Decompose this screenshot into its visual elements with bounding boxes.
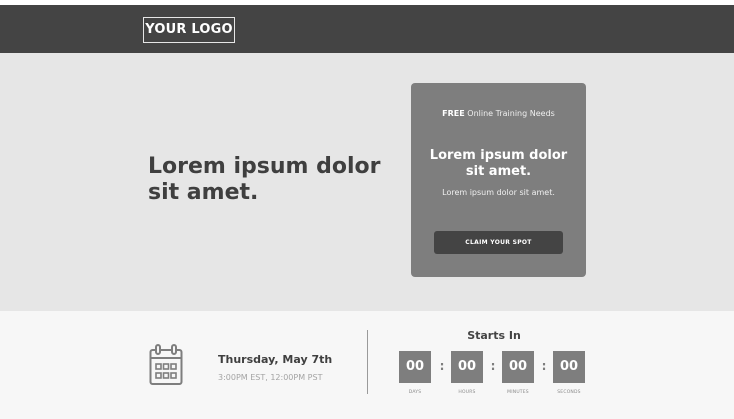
free-label: FREE xyxy=(442,109,465,118)
logo[interactable]: YOUR LOGO xyxy=(143,17,235,43)
countdown-separator: : xyxy=(439,359,445,373)
card-tagline-text: Online Training Needs xyxy=(464,109,555,118)
countdown-hours-label: HOURS xyxy=(458,390,476,395)
hero-title: Lorem ipsum dolor sit amet. xyxy=(148,154,381,205)
hero-section: Lorem ipsum dolor sit amet. FREE Online … xyxy=(0,53,734,311)
event-bar: Thursday, May 7th 3:00PM EST, 12:00PM PS… xyxy=(0,311,734,419)
event-time: 3:00PM EST, 12:00PM PST xyxy=(218,373,323,382)
starts-in-label: Starts In xyxy=(467,329,521,342)
claim-spot-button[interactable]: CLAIM YOUR SPOT xyxy=(434,231,563,254)
countdown-seconds-value: 00 xyxy=(553,351,585,383)
signup-card: FREE Online Training Needs Lorem ipsum d… xyxy=(411,83,586,277)
card-heading: Lorem ipsum dolor sit amet. xyxy=(429,148,568,179)
card-subtext: Lorem ipsum dolor sit amet. xyxy=(442,188,555,197)
calendar-icon xyxy=(149,344,183,385)
countdown-hours-value: 00 xyxy=(451,351,483,383)
countdown-minutes-value: 00 xyxy=(502,351,534,383)
countdown-separator: : xyxy=(541,359,547,373)
divider xyxy=(367,330,368,394)
site-header: YOUR LOGO xyxy=(0,5,734,53)
countdown-minutes-label: MINUTES xyxy=(507,390,529,395)
countdown-seconds-label: SECONDS xyxy=(557,390,581,395)
card-tagline: FREE Online Training Needs xyxy=(411,109,586,118)
countdown-separator: : xyxy=(490,359,496,373)
countdown-days-label: DAYS xyxy=(408,390,422,395)
event-date: Thursday, May 7th xyxy=(218,353,333,366)
countdown-days-value: 00 xyxy=(399,351,431,383)
